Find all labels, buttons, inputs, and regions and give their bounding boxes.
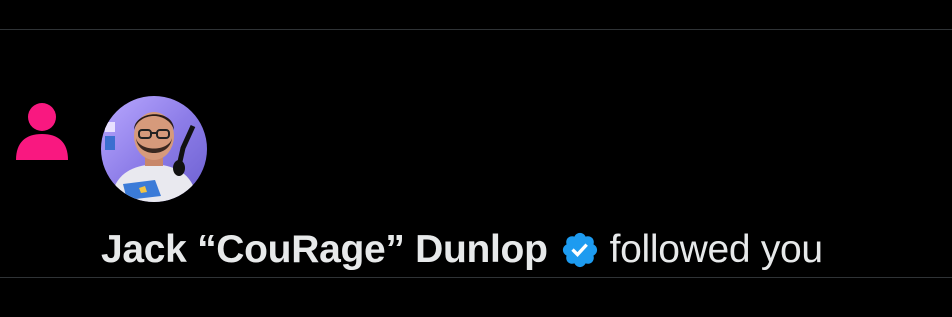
avatar[interactable] (101, 96, 207, 202)
follow-notification[interactable]: Jack “CouRage” Dunlop followed you (0, 30, 952, 277)
verified-badge-icon[interactable] (560, 230, 600, 270)
bottom-divider (0, 277, 952, 278)
action-text: followed you (609, 228, 824, 271)
notification-text: Jack “CouRage” Dunlop followed you (101, 220, 823, 280)
person-icon (14, 102, 70, 162)
user-name-link[interactable]: Jack “CouRage” Dunlop (101, 228, 548, 272)
